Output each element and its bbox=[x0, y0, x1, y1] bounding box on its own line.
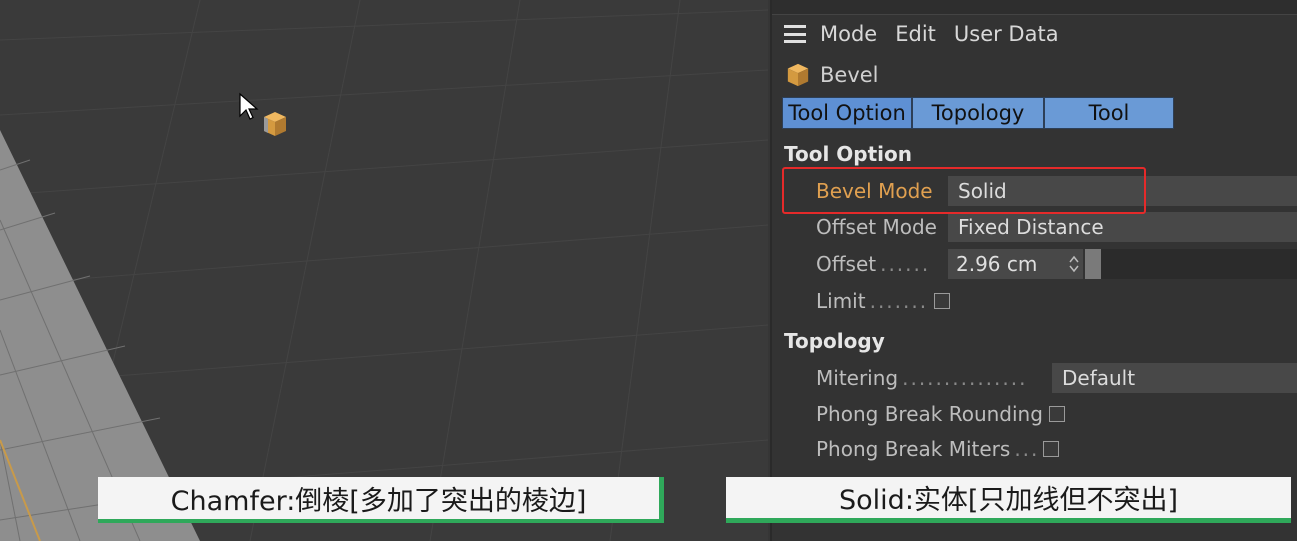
subtitle-left: Chamfer:倒棱[多加了突出的棱边] bbox=[98, 477, 664, 523]
phong-break-miters-checkbox[interactable] bbox=[1043, 441, 1060, 457]
limit-label: Limit bbox=[816, 289, 866, 313]
offset-mode-row: Offset Mode bbox=[816, 212, 937, 242]
attribute-manager-panel: Mode Edit User Data Bevel Tool Option To… bbox=[770, 0, 1297, 541]
section-title-tool-option: Tool Option bbox=[784, 142, 912, 166]
section-title-topology: Topology bbox=[784, 329, 885, 353]
menu-item-edit[interactable]: Edit bbox=[895, 22, 936, 46]
hamburger-menu-icon[interactable] bbox=[784, 25, 806, 43]
spinner-arrows-icon[interactable] bbox=[1069, 255, 1079, 273]
subtitle-right: Solid:实体[只加线但不突出] bbox=[726, 477, 1291, 523]
mitering-row: Mitering ............... bbox=[816, 363, 1027, 393]
phong-break-miters-dots: ... bbox=[1014, 437, 1040, 461]
mouse-pointer-icon bbox=[239, 92, 259, 120]
phong-break-rounding-checkbox[interactable] bbox=[1048, 406, 1065, 422]
offset-row: Offset ...... bbox=[816, 249, 930, 279]
bevel-cube-icon bbox=[787, 63, 809, 87]
tab-topology[interactable]: Topology bbox=[912, 97, 1044, 129]
offset-mode-dropdown[interactable]: Fixed Distance bbox=[948, 212, 1297, 242]
object-name: Bevel bbox=[820, 63, 879, 87]
menu-item-mode[interactable]: Mode bbox=[820, 22, 877, 46]
attribute-menu-bar: Mode Edit User Data bbox=[784, 20, 1077, 48]
mitering-dropdown[interactable]: Default bbox=[1052, 363, 1297, 393]
offset-mode-label: Offset Mode bbox=[816, 215, 937, 239]
offset-value: 2.96 cm bbox=[956, 252, 1038, 276]
limit-row: Limit ....... bbox=[816, 286, 951, 316]
attribute-tabs: Tool Option Topology Tool bbox=[782, 97, 1174, 129]
phong-break-rounding-label: Phong Break Rounding bbox=[816, 402, 1043, 426]
3d-viewport[interactable] bbox=[0, 0, 768, 541]
tab-tool-option[interactable]: Tool Option bbox=[782, 97, 912, 129]
mitering-label: Mitering bbox=[816, 366, 899, 390]
bevel-tool-cursor-icon bbox=[264, 112, 286, 136]
limit-checkbox[interactable] bbox=[934, 293, 951, 309]
object-header: Bevel bbox=[786, 60, 879, 90]
offset-label: Offset bbox=[816, 252, 877, 276]
limit-dots: ....... bbox=[869, 289, 929, 313]
offset-input[interactable]: 2.96 cm bbox=[948, 249, 1083, 279]
annotation-highlight-box bbox=[782, 167, 1146, 214]
offset-slider-handle[interactable] bbox=[1085, 249, 1101, 279]
offset-slider[interactable] bbox=[1085, 249, 1297, 279]
phong-break-miters-label: Phong Break Miters bbox=[816, 437, 1011, 461]
tab-tool[interactable]: Tool bbox=[1044, 97, 1174, 129]
phong-break-rounding-row: Phong Break Rounding bbox=[816, 399, 1065, 429]
offset-dots: ...... bbox=[880, 252, 931, 276]
panel-top-strip bbox=[772, 0, 1297, 15]
viewport-grid bbox=[0, 0, 768, 541]
mitering-dots: ............... bbox=[902, 366, 1028, 390]
menu-item-user-data[interactable]: User Data bbox=[954, 22, 1059, 46]
phong-break-miters-row: Phong Break Miters ... bbox=[816, 434, 1060, 464]
